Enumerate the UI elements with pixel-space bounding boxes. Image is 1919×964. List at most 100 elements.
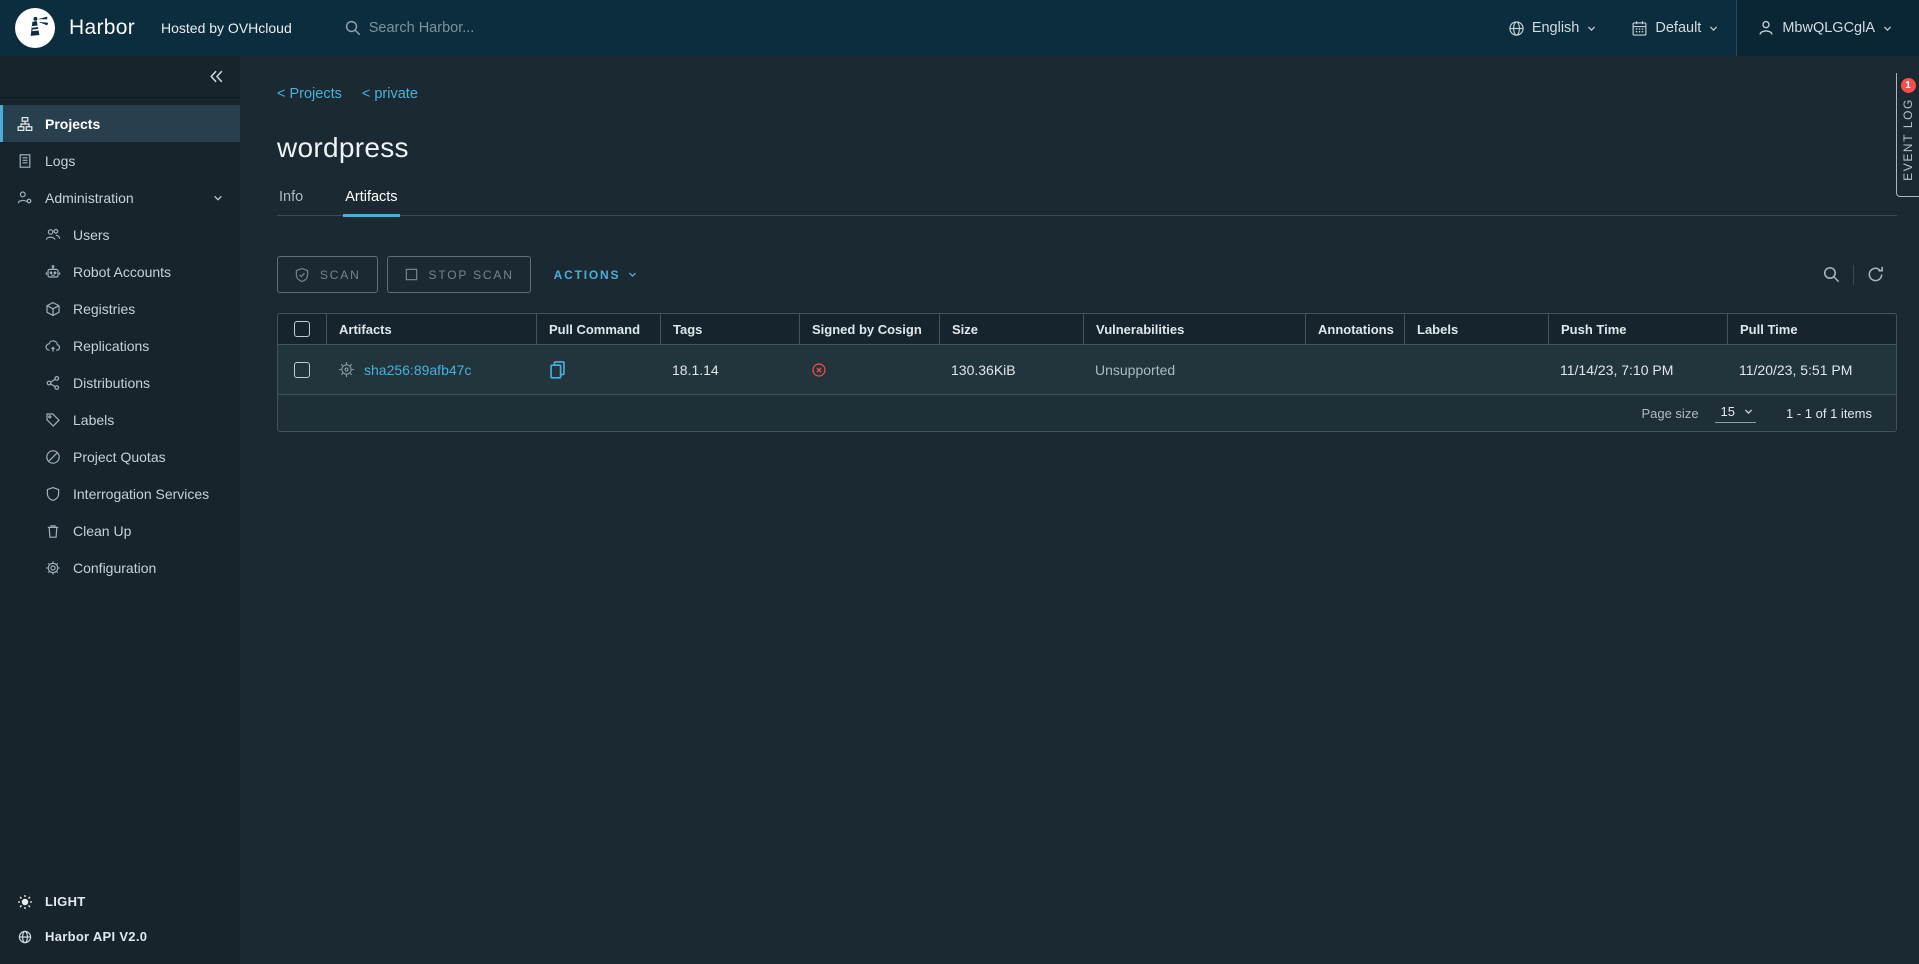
- actions-dropdown-button[interactable]: ACTIONS: [554, 268, 639, 282]
- sidebar-item-robot-accounts[interactable]: Robot Accounts: [0, 253, 240, 290]
- sidebar-item-logs[interactable]: Logs: [0, 142, 240, 179]
- chevron-down-icon: [1743, 406, 1754, 417]
- column-header-pull-command: Pull Command: [536, 314, 660, 344]
- event-log-tab[interactable]: 1 EVENT LOG: [1896, 73, 1919, 197]
- sidebar-item-label: Users: [73, 227, 110, 243]
- page-size-select[interactable]: 15: [1715, 404, 1756, 423]
- language-menu[interactable]: English: [1491, 0, 1615, 56]
- sidebar-item-clean-up[interactable]: Clean Up: [0, 512, 240, 549]
- shield-check-icon: [294, 267, 310, 283]
- pull-time-cell: 11/20/23, 5:51 PM: [1727, 362, 1896, 378]
- trash-icon: [45, 523, 61, 539]
- share-icon: [45, 375, 61, 391]
- filter-search-icon[interactable]: [1810, 265, 1853, 284]
- tab-artifacts[interactable]: Artifacts: [343, 189, 399, 217]
- chevron-down-icon: [1708, 23, 1719, 34]
- row-select-cell: [278, 362, 326, 378]
- harbor-api-link[interactable]: Harbor API V2.0: [0, 919, 240, 954]
- sidebar-item-label: Project Quotas: [73, 449, 166, 465]
- api-link-label: Harbor API V2.0: [45, 929, 147, 944]
- sidebar-item-label: Clean Up: [73, 523, 131, 539]
- tab-bar: Info Artifacts: [277, 189, 1897, 216]
- refresh-icon[interactable]: [1854, 265, 1897, 284]
- brand[interactable]: Harbor Hosted by OVHcloud: [0, 0, 292, 56]
- table-header-row: Artifacts Pull Command Tags Signed by Co…: [278, 314, 1896, 345]
- select-all-checkbox[interactable]: [294, 321, 310, 337]
- items-summary: 1 - 1 of 1 items: [1786, 406, 1872, 421]
- copy-icon[interactable]: [548, 360, 567, 379]
- sidebar-item-label: Labels: [73, 412, 114, 428]
- user-menu[interactable]: MbwQLGCglA: [1736, 0, 1919, 56]
- theme-selector-label: Default: [1655, 20, 1701, 36]
- sidebar-item-label: Replications: [73, 338, 149, 354]
- stop-scan-button[interactable]: STOP SCAN: [387, 256, 531, 293]
- scan-button[interactable]: SCAN: [277, 256, 378, 293]
- sidebar-item-registries[interactable]: Registries: [0, 290, 240, 327]
- sidebar-item-users[interactable]: Users: [0, 216, 240, 253]
- chevron-down-icon: [1586, 23, 1597, 34]
- sidebar-collapse-button[interactable]: [0, 56, 240, 98]
- logs-icon: [17, 153, 33, 169]
- users-icon: [45, 227, 61, 243]
- breadcrumb-projects[interactable]: < Projects: [277, 86, 342, 102]
- column-header-annotations: Annotations: [1305, 314, 1404, 344]
- user-icon: [1757, 19, 1775, 37]
- not-signed-icon: [811, 362, 827, 378]
- sidebar-item-labels[interactable]: Labels: [0, 401, 240, 438]
- sidebar-item-distributions[interactable]: Distributions: [0, 364, 240, 401]
- administration-icon: [17, 190, 33, 206]
- tag-icon: [45, 412, 61, 428]
- chevron-down-icon: [627, 269, 638, 280]
- column-header-push-time: Push Time: [1548, 314, 1727, 344]
- sidebar-item-label: Projects: [45, 116, 100, 132]
- theme-toggle-light[interactable]: LIGHT: [0, 884, 240, 919]
- event-log-label: EVENT LOG: [1901, 98, 1915, 181]
- stop-scan-button-label: STOP SCAN: [429, 268, 514, 282]
- sidebar: Projects Logs Administ: [0, 56, 240, 964]
- page-size-label: Page size: [1641, 406, 1698, 421]
- theme-selector-menu[interactable]: Default: [1614, 0, 1736, 56]
- sidebar-item-label: Interrogation Services: [73, 486, 209, 502]
- sidebar-item-label: Registries: [73, 301, 135, 317]
- sidebar-item-replications[interactable]: Replications: [0, 327, 240, 364]
- search-input[interactable]: [369, 20, 849, 36]
- theme-toggle-label: LIGHT: [45, 894, 86, 909]
- sidebar-item-projects[interactable]: Projects: [0, 105, 240, 142]
- global-search: [344, 0, 1491, 56]
- quota-icon: [45, 449, 61, 465]
- username-label: MbwQLGCglA: [1782, 20, 1875, 36]
- artifacts-table: Artifacts Pull Command Tags Signed by Co…: [277, 313, 1897, 432]
- column-header-vulnerabilities: Vulnerabilities: [1083, 314, 1305, 344]
- sidebar-item-configuration[interactable]: Configuration: [0, 549, 240, 586]
- row-checkbox[interactable]: [294, 362, 310, 378]
- gear-icon: [45, 560, 61, 576]
- top-header: Harbor Hosted by OVHcloud English: [0, 0, 1919, 56]
- breadcrumb-private[interactable]: < private: [362, 86, 418, 102]
- sidebar-item-label: Administration: [45, 190, 134, 206]
- actions-button-label: ACTIONS: [554, 268, 621, 282]
- artifact-digest-link[interactable]: sha256:89afb47c: [364, 362, 471, 378]
- sidebar-item-administration[interactable]: Administration: [0, 179, 240, 216]
- hosted-by-label: Hosted by OVHcloud: [161, 20, 292, 36]
- column-header-artifacts: Artifacts: [326, 314, 536, 344]
- language-label: English: [1532, 20, 1580, 36]
- sidebar-item-label: Robot Accounts: [73, 264, 171, 280]
- table-footer: Page size 15 1 - 1 of 1 items: [278, 394, 1896, 431]
- tab-info[interactable]: Info: [277, 189, 305, 217]
- artifact-cell: sha256:89afb47c: [326, 361, 536, 378]
- stop-square-icon: [404, 267, 419, 282]
- tags-cell: 18.1.14: [660, 362, 799, 378]
- search-icon: [344, 19, 362, 37]
- column-header-tags: Tags: [660, 314, 799, 344]
- sidebar-item-interrogation-services[interactable]: Interrogation Services: [0, 475, 240, 512]
- select-all-cell: [278, 314, 326, 344]
- robot-icon: [45, 264, 61, 280]
- sidebar-item-project-quotas[interactable]: Project Quotas: [0, 438, 240, 475]
- app-title: Harbor: [69, 16, 135, 40]
- api-globe-icon: [17, 929, 33, 945]
- chevron-down-icon: [1882, 23, 1893, 34]
- column-header-signed-by-cosign: Signed by Cosign: [799, 314, 939, 344]
- header-actions: English Default: [1491, 0, 1919, 56]
- main-content: < Projects < private wordpress Info Arti…: [240, 56, 1919, 964]
- sidebar-item-label: Configuration: [73, 560, 156, 576]
